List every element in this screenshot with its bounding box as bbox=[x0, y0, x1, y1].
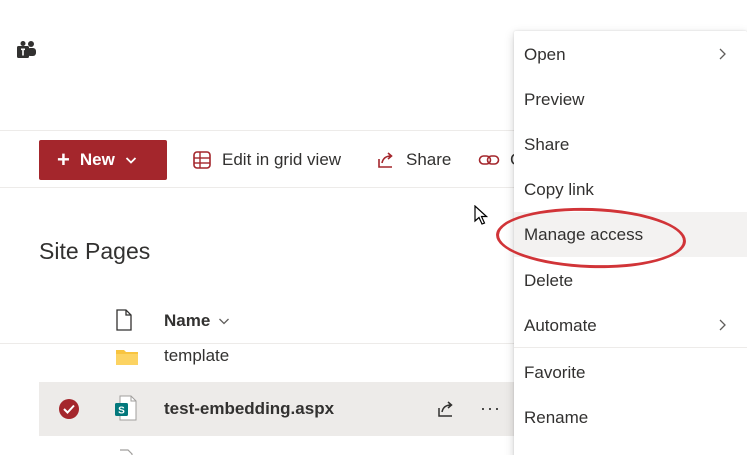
menu-item-label: Delete bbox=[524, 270, 574, 290]
new-button[interactable]: + New bbox=[39, 140, 167, 180]
teams-icon[interactable] bbox=[16, 40, 38, 60]
menu-item-label: Share bbox=[524, 134, 570, 154]
file-type-icon[interactable] bbox=[115, 309, 133, 331]
menu-item-label: Favorite bbox=[524, 362, 586, 382]
selected-checkmark-icon[interactable] bbox=[59, 399, 79, 419]
menu-item-label: Preview bbox=[524, 89, 585, 109]
menu-divider bbox=[514, 347, 747, 348]
menu-item-preview[interactable]: Preview bbox=[514, 77, 747, 122]
menu-item-label: Automate bbox=[524, 315, 597, 335]
menu-item-open[interactable]: Open bbox=[514, 32, 747, 77]
menu-item-label: Copy link bbox=[524, 179, 594, 199]
menu-item-copy-link[interactable]: Copy link bbox=[514, 167, 747, 212]
file-icon bbox=[120, 449, 133, 455]
link-icon bbox=[478, 155, 500, 165]
share-button[interactable]: Share bbox=[376, 140, 451, 180]
list-item-name[interactable]: test-embedding.aspx bbox=[164, 399, 334, 419]
menu-item-share[interactable]: Share bbox=[514, 122, 747, 167]
chevron-down-icon bbox=[125, 157, 136, 164]
new-button-label: New bbox=[79, 150, 115, 169]
svg-text:S: S bbox=[118, 406, 125, 417]
library-title: Site Pages bbox=[39, 238, 151, 264]
menu-item-rename[interactable]: Rename bbox=[514, 395, 747, 440]
chevron-right-icon bbox=[719, 48, 726, 60]
plus-icon: + bbox=[57, 147, 70, 172]
share-icon[interactable] bbox=[436, 399, 456, 419]
name-column-header[interactable]: Name bbox=[164, 311, 230, 331]
share-icon bbox=[378, 152, 393, 168]
sharepoint-page: + New Edit in grid view Share Site Pages… bbox=[0, 0, 747, 455]
menu-item-favorite[interactable]: Favorite bbox=[514, 350, 747, 395]
menu-item-label: Open bbox=[524, 44, 566, 64]
list-item-name[interactable]: template bbox=[164, 346, 229, 366]
share-label: Share bbox=[406, 150, 452, 169]
edit-in-grid-view-label: Edit in grid view bbox=[222, 150, 342, 169]
grid-icon bbox=[193, 151, 211, 169]
menu-item-label: Rename bbox=[524, 407, 589, 427]
name-column-label: Name bbox=[164, 311, 211, 330]
mouse-cursor-icon bbox=[474, 205, 488, 225]
edit-in-grid-view-button[interactable]: Edit in grid view bbox=[192, 140, 341, 180]
more-options-icon[interactable]: ··· bbox=[480, 398, 501, 419]
folder-icon bbox=[116, 350, 138, 365]
chevron-down-icon bbox=[219, 318, 230, 325]
menu-item-automate[interactable]: Automate bbox=[514, 303, 747, 348]
sharepoint-page-icon: S bbox=[115, 395, 137, 421]
chevron-right-icon bbox=[719, 319, 726, 331]
